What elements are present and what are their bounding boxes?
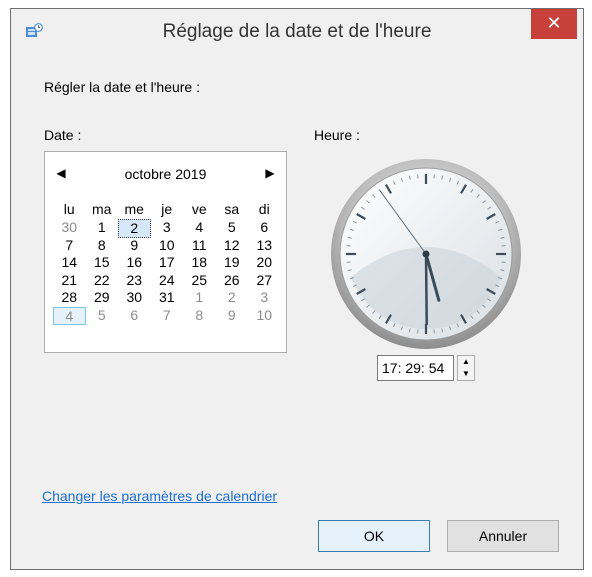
calendar-header: ◀ octobre 2019 ▶: [45, 166, 286, 186]
arrow-down-icon: ▼: [462, 369, 470, 378]
day-of-week-label: je: [161, 201, 173, 217]
calendar-day[interactable]: 1: [86, 219, 119, 238]
calendar-month-label[interactable]: octobre 2019: [45, 166, 286, 182]
calendar-day[interactable]: 26: [216, 272, 249, 289]
day-of-week-label: lu: [63, 201, 75, 217]
calendar-day[interactable]: 17: [151, 254, 184, 271]
calendar-day[interactable]: 8: [183, 307, 216, 326]
clock-center-pin: [422, 250, 430, 258]
spin-down-button[interactable]: ▼: [458, 368, 474, 380]
calendar-day[interactable]: 2: [216, 289, 249, 306]
calendar-day[interactable]: 7: [151, 307, 184, 326]
calendar-week-row: 30 1 2 3 4 5 6: [53, 219, 281, 238]
calendar-day[interactable]: 10: [248, 307, 281, 326]
time-spinner[interactable]: ▲ ▼: [457, 355, 475, 381]
analog-clock: [331, 159, 521, 349]
calendar-day[interactable]: 6: [248, 219, 281, 238]
calendar-day[interactable]: 5: [86, 307, 119, 326]
calendar-day[interactable]: 18: [183, 254, 216, 271]
date-label: Date :: [44, 127, 82, 143]
calendar-day[interactable]: 9: [118, 237, 151, 254]
calendar-day[interactable]: 31: [151, 289, 184, 306]
calendar-day[interactable]: 9: [216, 307, 249, 326]
title-bar[interactable]: Réglage de la date et de l'heure ✕: [11, 9, 583, 53]
minute-hand: [424, 252, 428, 326]
ok-button[interactable]: OK: [318, 520, 430, 552]
calendar-day[interactable]: 14: [53, 254, 86, 271]
time-label: Heure :: [314, 127, 360, 143]
cancel-button[interactable]: Annuler: [447, 520, 559, 552]
calendar-day-selected[interactable]: 2: [118, 219, 151, 238]
calendar-day[interactable]: 12: [216, 237, 249, 254]
calendar-day[interactable]: 21: [53, 272, 86, 289]
day-of-week-label: me: [124, 201, 144, 217]
close-button[interactable]: ✕: [531, 9, 577, 39]
calendar-day[interactable]: 27: [248, 272, 281, 289]
calendar-day[interactable]: 29: [86, 289, 119, 306]
day-of-week-label: ve: [191, 201, 207, 217]
calendar-day[interactable]: 1: [183, 289, 216, 306]
calendar-day[interactable]: 3: [248, 289, 281, 306]
calendar-day[interactable]: 11: [183, 237, 216, 254]
calendar-day[interactable]: 25: [183, 272, 216, 289]
calendar-week-row: 21 22 23 24 25 26 27: [53, 272, 281, 289]
calendar-week-row: 14 15 16 17 18 19 20: [53, 254, 281, 271]
day-of-week-label: ma: [92, 201, 112, 217]
window-title: Réglage de la date et de l'heure: [162, 21, 432, 42]
calendar-day-today[interactable]: 4: [53, 306, 86, 326]
calendar-day[interactable]: 22: [86, 272, 119, 289]
calendar-day[interactable]: 28: [53, 289, 86, 306]
calendar-day[interactable]: 10: [151, 237, 184, 254]
set-date-time-heading: Régler la date et l'heure :: [44, 79, 200, 95]
calendar-day[interactable]: 6: [118, 307, 151, 326]
calendar-day[interactable]: 3: [151, 219, 184, 238]
calendar-week-row: 4 5 6 7 8 9 10: [53, 306, 281, 326]
calendar-week-row: 7 8 9 10 11 12 13: [53, 237, 281, 254]
close-icon: ✕: [546, 13, 562, 33]
calendar-day[interactable]: 4: [183, 219, 216, 238]
calendar-week-row: 28 29 30 31 1 2 3: [53, 289, 281, 306]
dialog-window: Réglage de la date et de l'heure ✕ Régle…: [10, 8, 584, 570]
calendar-day[interactable]: 5: [216, 219, 249, 238]
calendar-day[interactable]: 13: [248, 237, 281, 254]
arrow-up-icon: ▲: [462, 357, 470, 366]
calendar-day[interactable]: 7: [53, 237, 86, 254]
month-calendar[interactable]: ◀ octobre 2019 ▶ lu ma me je ve sa di 30 1 2 3 4 5 6…: [44, 151, 287, 353]
calendar-day[interactable]: 24: [151, 272, 184, 289]
next-month-button[interactable]: ▶: [260, 166, 280, 180]
day-of-week-label: sa: [224, 201, 240, 217]
calendar-day[interactable]: 23: [118, 272, 151, 289]
calendar-day[interactable]: 8: [86, 237, 119, 254]
calendar-day[interactable]: 19: [216, 254, 249, 271]
change-calendar-settings-link[interactable]: Changer les paramètres de calendrier: [42, 488, 277, 504]
calendar-day[interactable]: 16: [118, 254, 151, 271]
calendar-day[interactable]: 15: [86, 254, 119, 271]
chevron-right-icon: ▶: [265, 166, 275, 180]
day-of-week-label: di: [258, 201, 270, 217]
calendar-day[interactable]: 30: [53, 219, 86, 238]
spin-up-button[interactable]: ▲: [458, 356, 474, 368]
calendar-day[interactable]: 30: [118, 289, 151, 306]
time-input[interactable]: 17: 29: 54: [377, 355, 454, 381]
calendar-day[interactable]: 20: [248, 254, 281, 271]
days-of-week-row: lu ma me je ve sa di: [53, 201, 281, 218]
